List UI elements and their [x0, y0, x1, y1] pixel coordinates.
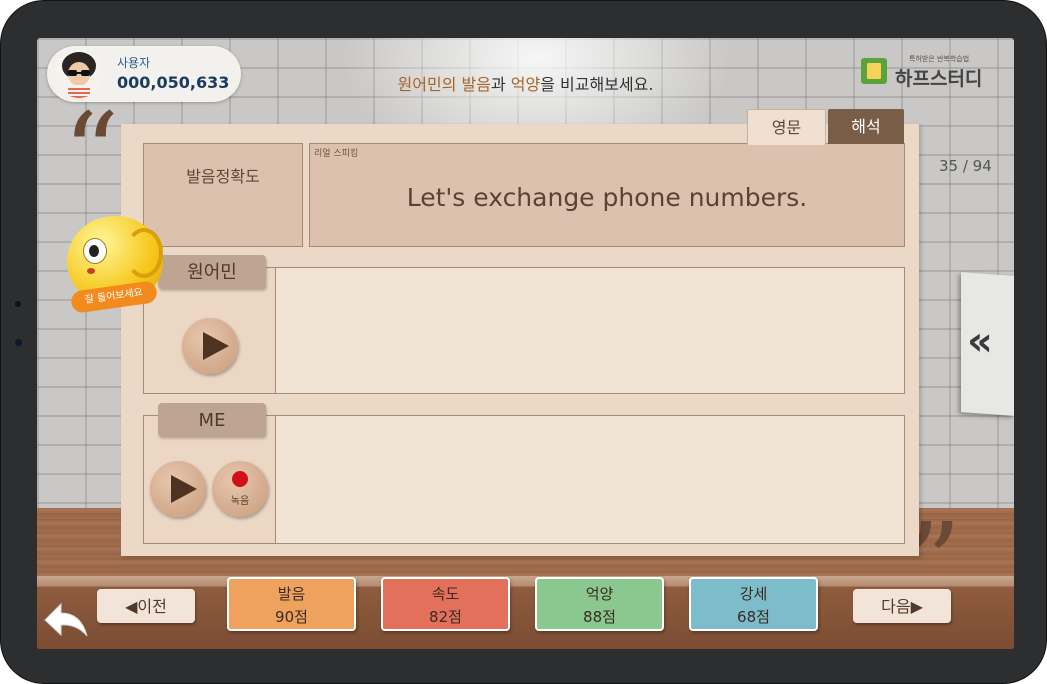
score-value: 90점: [275, 608, 308, 626]
sentence-box: 리얼 스피킹 Let's exchange phone numbers.: [309, 143, 905, 247]
practice-card: 발음정확도 리얼 스피킹 Let's exchange phone number…: [121, 124, 919, 556]
score-intonation: 억양 88점: [535, 577, 664, 631]
score-label: 속도: [431, 585, 460, 603]
instruction-part: 발음: [461, 75, 491, 94]
play-icon: [203, 332, 229, 360]
score-pronunciation: 발음 90점: [227, 577, 356, 631]
camera-lens: [15, 339, 22, 346]
score-speed: 속도 82점: [381, 577, 510, 631]
me-label: ME: [158, 403, 266, 437]
tab-translation[interactable]: 해석: [828, 109, 904, 144]
open-quote-icon: “: [63, 89, 120, 217]
logo-icon: [861, 58, 887, 84]
sentence-text: Let's exchange phone numbers.: [406, 183, 808, 212]
double-chevron-left-icon: «: [967, 317, 993, 366]
record-label: 녹음: [230, 496, 250, 507]
tab-english[interactable]: 영문: [747, 109, 826, 145]
score-label: 발음: [277, 585, 306, 603]
tablet-frame: 사용자 000,050,633 원어민의 발음과 억양을 비교해보세요. 특허받…: [0, 0, 1047, 684]
page-counter: 35 / 94: [939, 157, 992, 175]
user-name: 사용자: [117, 56, 151, 70]
side-panel-toggle[interactable]: «: [961, 272, 1014, 416]
mascot-mouth: [87, 268, 95, 274]
camera-dot: [15, 301, 21, 307]
mascot-eye: [83, 238, 107, 264]
mascot: 잘 들어보세요: [67, 216, 167, 316]
score-stress: 강세 68점: [689, 577, 818, 631]
back-button[interactable]: [41, 598, 91, 642]
ear-icon: [125, 228, 163, 278]
record-icon: [232, 471, 248, 487]
native-play-button[interactable]: [182, 318, 238, 374]
score-value: 88점: [583, 608, 616, 626]
score-value: 68점: [737, 608, 770, 626]
score-value: 82점: [429, 608, 462, 626]
next-button[interactable]: 다음▶: [853, 589, 951, 623]
record-button[interactable]: 녹음: [212, 461, 268, 517]
back-arrow-icon: [44, 602, 88, 637]
prev-button[interactable]: ◀이전: [97, 589, 195, 623]
logo: 특허받은 반복학습법 하프스터디: [861, 54, 991, 90]
sentence-tag: 리얼 스피킹: [314, 149, 359, 159]
score-label: 강세: [739, 585, 768, 603]
logo-text: 하프스터디: [895, 68, 983, 90]
me-play-button[interactable]: [150, 461, 206, 517]
native-label: 원어민: [158, 255, 266, 289]
instruction-part: 을 비교해보세요.: [540, 75, 654, 94]
score-label: 억양: [585, 585, 614, 603]
accuracy-label: 발음정확도: [143, 143, 303, 247]
instruction-part: 억양: [510, 75, 541, 94]
play-icon: [171, 475, 197, 503]
logo-tagline: 특허받은 반복학습법: [909, 55, 970, 63]
instruction-part: 원어민의: [397, 75, 462, 94]
instruction-part: 과: [490, 75, 511, 94]
app-screen: 사용자 000,050,633 원어민의 발음과 억양을 비교해보세요. 특허받…: [37, 38, 1014, 649]
